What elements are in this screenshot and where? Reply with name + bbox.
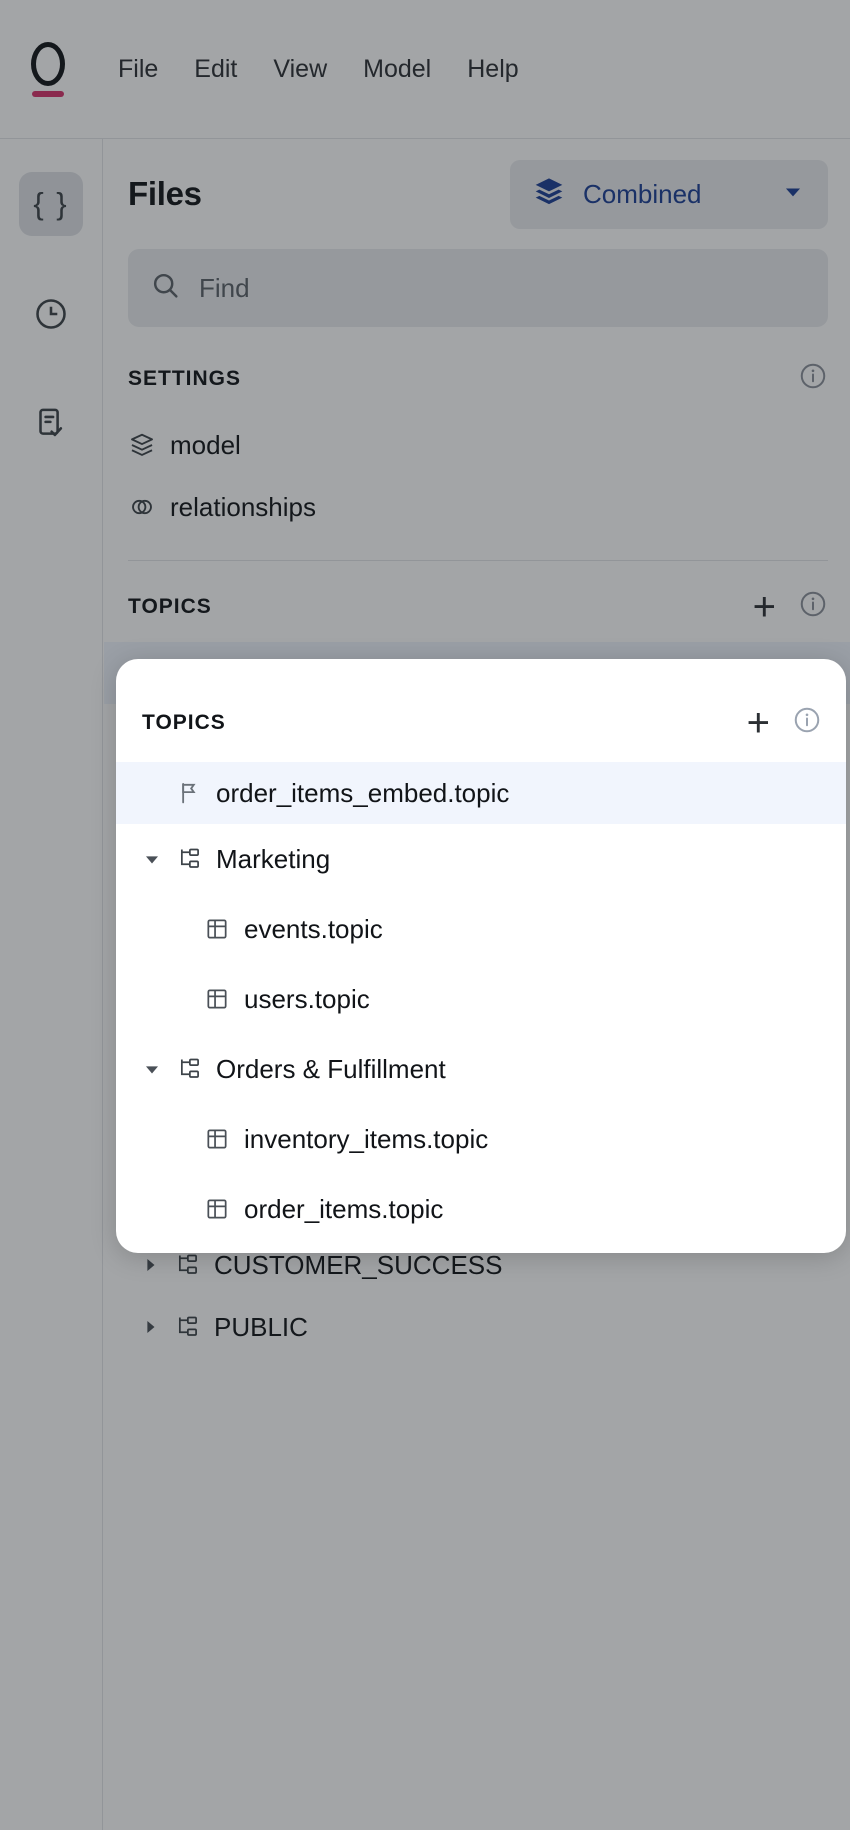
settings-item-relationships[interactable]: relationships [104, 476, 850, 538]
settings-item-label: model [170, 429, 241, 460]
spotlight-topic-item-label: events.topic [244, 913, 383, 944]
spotlight-topic-item-label: users.topic [244, 983, 370, 1014]
spotlight-topics-header: TOPICS + [116, 659, 846, 762]
flag-icon [176, 780, 202, 806]
twisty-expanded-icon[interactable] [142, 1059, 162, 1079]
folder-tree-icon [176, 1056, 202, 1082]
menu-item-view[interactable]: View [255, 47, 345, 92]
menu-item-model[interactable]: Model [345, 47, 449, 92]
menu-bar: File Edit View Model Help [0, 0, 850, 139]
search-icon [150, 270, 181, 306]
spotlight-topics-info-icon[interactable] [792, 705, 822, 740]
spotlight-topic-item-order-items[interactable]: order_items.topic [116, 1174, 846, 1244]
spotlight-topics-title: TOPICS [142, 710, 226, 734]
menu-item-file[interactable]: File [100, 47, 176, 92]
spotlight-topic-item-users[interactable]: users.topic [116, 964, 846, 1034]
topics-info-icon[interactable] [798, 589, 828, 624]
spotlight-add-topic-button[interactable]: + [747, 703, 770, 743]
spotlight-topic-folder-label: Orders & Fulfillment [216, 1053, 446, 1084]
menu-item-help[interactable]: Help [449, 47, 536, 92]
spotlight-topic-item-label: inventory_items.topic [244, 1123, 489, 1154]
settings-info-icon[interactable] [798, 361, 828, 396]
topics-section-header: TOPICS + [104, 561, 850, 642]
twisty-collapsed-icon[interactable] [140, 1255, 160, 1275]
mode-selector-label: Combined [583, 178, 702, 209]
icon-rail: { } [0, 139, 103, 1830]
page-title: Files [128, 175, 202, 212]
schema-folder-label: PUBLIC [214, 1311, 308, 1342]
add-topic-button[interactable]: + [753, 587, 776, 627]
spotlight-topic-folder-label: Marketing [216, 843, 331, 874]
layers-icon [128, 431, 156, 459]
search-placeholder: Find [199, 272, 250, 303]
table-icon [204, 1126, 230, 1152]
settings-section-title: SETTINGS [128, 366, 242, 390]
topics-spotlight-card: TOPICS + order_items_embed.topic Marketi… [116, 659, 846, 1253]
folder-tree-icon [174, 1252, 200, 1278]
spotlight-topic-folder-marketing[interactable]: Marketing [116, 824, 846, 894]
app-window: File Edit View Model Help { } Files Comb… [0, 0, 850, 1830]
code-braces-icon: { } [33, 186, 69, 221]
spotlight-topic-item-events[interactable]: events.topic [116, 894, 846, 964]
spotlight-topic-item-label: order_items.topic [244, 1193, 444, 1224]
layers-icon [532, 175, 566, 214]
topics-section-title: TOPICS [128, 594, 212, 618]
spotlight-topic-item-inventory-items[interactable]: inventory_items.topic [116, 1104, 846, 1174]
folder-tree-icon [174, 1314, 200, 1340]
circle-logo-icon [31, 41, 65, 86]
twisty-expanded-icon[interactable] [142, 849, 162, 869]
search-area: Find [104, 249, 850, 327]
app-logo[interactable] [22, 36, 74, 102]
history-clock-icon [36, 299, 66, 329]
chevron-down-icon [780, 179, 806, 210]
menu-item-edit[interactable]: Edit [176, 47, 255, 92]
files-panel-header: Files Combined [104, 139, 850, 249]
spotlight-topic-item-label: order_items_embed.topic [216, 777, 510, 808]
search-input[interactable]: Find [128, 249, 828, 327]
folder-tree-icon [176, 846, 202, 872]
table-icon [204, 1196, 230, 1222]
document-check-icon [39, 408, 63, 437]
table-icon [204, 986, 230, 1012]
schema-folder-public[interactable]: PUBLIC [104, 1296, 850, 1358]
mode-selector-combined[interactable]: Combined [510, 159, 828, 229]
spotlight-topic-item-order-items-embed[interactable]: order_items_embed.topic [116, 762, 846, 824]
settings-section-header: SETTINGS [104, 327, 850, 414]
rail-item-code-editor[interactable]: { } [19, 172, 83, 236]
settings-item-model[interactable]: model [104, 414, 850, 476]
rail-item-validation[interactable] [19, 392, 83, 456]
rail-item-history[interactable] [19, 282, 83, 346]
table-icon [204, 916, 230, 942]
spotlight-topic-folder-orders-fulfillment[interactable]: Orders & Fulfillment [116, 1034, 846, 1104]
logo-accent-bar [32, 90, 64, 97]
relationships-icon [128, 493, 156, 521]
settings-item-label: relationships [170, 491, 316, 522]
twisty-collapsed-icon[interactable] [140, 1317, 160, 1337]
schema-folder-label: CUSTOMER_SUCCESS [214, 1249, 503, 1280]
